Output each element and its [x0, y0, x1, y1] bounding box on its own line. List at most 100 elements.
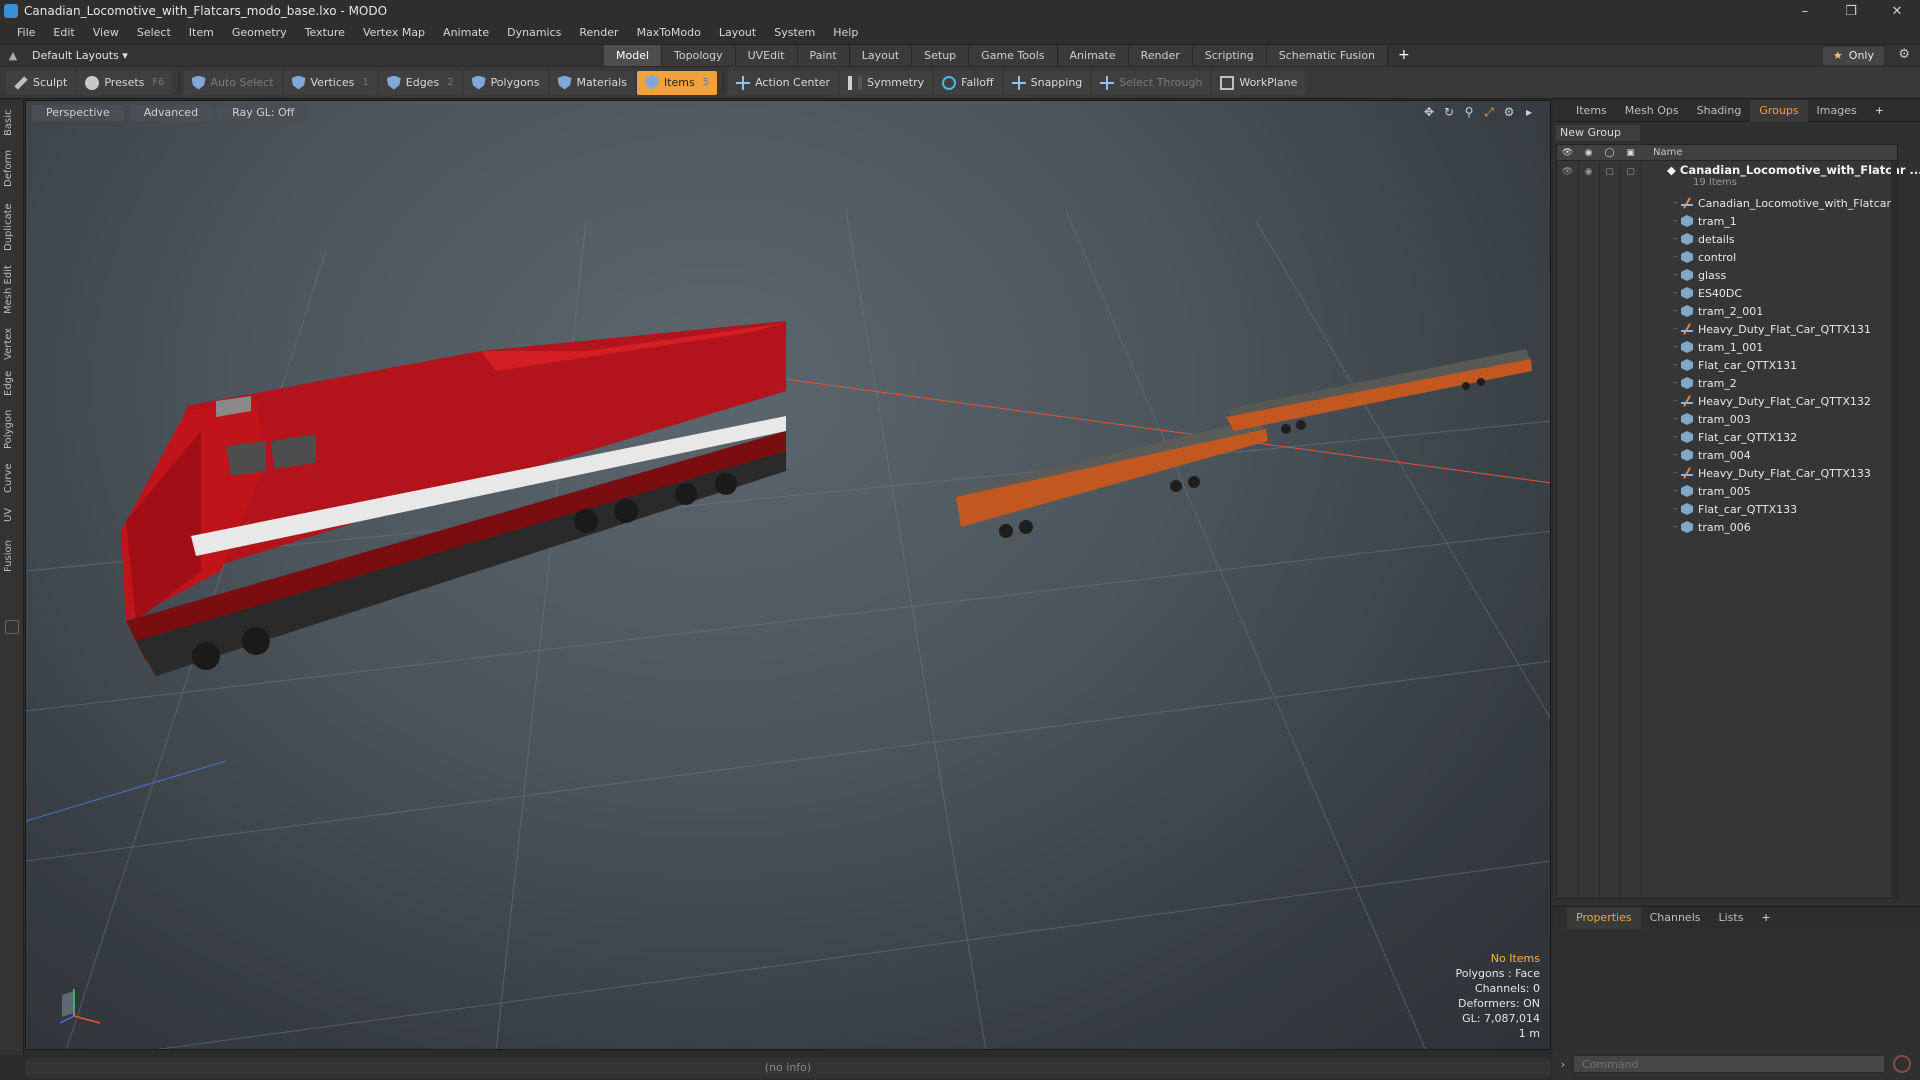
menu-view[interactable]: View: [84, 22, 128, 44]
minimize-button[interactable]: –: [1782, 0, 1828, 22]
layout-up-icon[interactable]: ▲: [0, 49, 26, 62]
tab-setup[interactable]: Setup: [912, 45, 970, 66]
left-tab-basic[interactable]: Basic: [3, 106, 21, 140]
tab-scripting[interactable]: Scripting: [1192, 45, 1267, 66]
list-item[interactable]: – details: [1673, 230, 1897, 248]
select-column-icon[interactable]: ▣: [1620, 148, 1641, 158]
list-item[interactable]: – Flat_car_QTTX131: [1673, 356, 1897, 374]
left-tab-vertex[interactable]: Vertex: [3, 324, 21, 364]
group-root[interactable]: ◆ Canadian_Locomotive_with_Flatcar ...: [1667, 163, 1920, 177]
tab-paint[interactable]: Paint: [797, 45, 850, 66]
symmetry-button[interactable]: Symmetry: [840, 70, 933, 95]
left-tab-curve[interactable]: Curve: [3, 458, 21, 498]
tab-game-tools[interactable]: Game Tools: [969, 45, 1058, 66]
tab-model[interactable]: Model: [604, 45, 663, 66]
action-center-button[interactable]: Action Center: [728, 70, 839, 95]
command-input[interactable]: [1573, 1055, 1885, 1073]
list-item[interactable]: – tram_005: [1673, 482, 1897, 500]
eye-icon[interactable]: 👁: [1557, 167, 1578, 177]
list-item[interactable]: – tram_1_001: [1673, 338, 1897, 356]
tab-images[interactable]: Images: [1808, 100, 1866, 122]
list-item[interactable]: – Flat_car_QTTX133: [1673, 500, 1897, 518]
tab-shading[interactable]: Shading: [1688, 100, 1751, 122]
layout-dropdown[interactable]: Default Layouts ▾: [26, 49, 134, 62]
shading-mode-button[interactable]: Advanced: [129, 105, 213, 121]
falloff-button[interactable]: Falloff: [934, 70, 1002, 95]
list-item[interactable]: – Canadian_Locomotive_with_Flatcars: [1673, 194, 1897, 212]
sculpt-button[interactable]: Sculpt: [6, 70, 76, 95]
tab-schematic-fusion[interactable]: Schematic Fusion: [1266, 45, 1389, 66]
command-record-icon[interactable]: [1893, 1055, 1911, 1073]
left-tab-polygon[interactable]: Polygon: [3, 404, 21, 454]
list-item[interactable]: – tram_003: [1673, 410, 1897, 428]
visibility-column-icon[interactable]: 👁: [1557, 148, 1578, 158]
view-mode-button[interactable]: Perspective: [32, 105, 124, 121]
left-tab-edge[interactable]: Edge: [3, 366, 21, 400]
viewport-gear-icon[interactable]: ⚙: [1502, 105, 1516, 119]
list-item[interactable]: – control: [1673, 248, 1897, 266]
add-tab-button[interactable]: +: [1388, 45, 1420, 66]
list-item[interactable]: – glass: [1673, 266, 1897, 284]
expand-arrow-icon[interactable]: ▸: [1522, 105, 1536, 119]
menu-texture[interactable]: Texture: [296, 22, 354, 44]
tab-animate[interactable]: Animate: [1057, 45, 1129, 66]
maximize-icon[interactable]: ⤢: [1482, 105, 1496, 119]
vertices-button[interactable]: Vertices 1: [283, 70, 377, 95]
close-button[interactable]: ✕: [1874, 0, 1920, 22]
items-button[interactable]: Items 5: [636, 70, 718, 95]
tab-items[interactable]: Items: [1567, 100, 1616, 122]
menu-select[interactable]: Select: [128, 22, 180, 44]
add-panel-tab-button[interactable]: +: [1866, 100, 1893, 122]
menu-animate[interactable]: Animate: [434, 22, 498, 44]
tree-scrollbar[interactable]: [1891, 161, 1897, 898]
list-item[interactable]: – tram_2_001: [1673, 302, 1897, 320]
only-toggle-button[interactable]: ★ Only: [1822, 47, 1884, 65]
menu-maxtomodo[interactable]: MaxToModo: [628, 22, 710, 44]
lock-column-icon[interactable]: ◯: [1599, 148, 1620, 158]
tab-lists[interactable]: Lists: [1710, 907, 1753, 929]
render-toggle-icon[interactable]: ◉: [1578, 167, 1599, 177]
list-item[interactable]: – tram_2: [1673, 374, 1897, 392]
menu-item[interactable]: Item: [180, 22, 223, 44]
menu-help[interactable]: Help: [824, 22, 867, 44]
render-column-icon[interactable]: ◉: [1578, 148, 1599, 158]
toolbox-toggle[interactable]: [5, 620, 19, 634]
menu-dynamics[interactable]: Dynamics: [498, 22, 570, 44]
restore-button[interactable]: ❐: [1828, 0, 1874, 22]
tab-layout[interactable]: Layout: [849, 45, 913, 66]
list-item[interactable]: – ES40DC: [1673, 284, 1897, 302]
list-item[interactable]: – Heavy_Duty_Flat_Car_QTTX131: [1673, 320, 1897, 338]
add-properties-tab-button[interactable]: +: [1752, 907, 1779, 929]
raygl-button[interactable]: Ray GL: Off: [218, 105, 309, 121]
snapping-button[interactable]: Snapping: [1003, 70, 1091, 95]
left-tab-deform[interactable]: Deform: [3, 146, 21, 190]
command-history-arrow-icon[interactable]: ›: [1553, 1058, 1573, 1071]
zoom-icon[interactable]: ⚲: [1462, 105, 1476, 119]
3d-viewport[interactable]: Perspective Advanced Ray GL: Off ✥ ↻ ⚲ ⤢…: [25, 100, 1551, 1050]
menu-system[interactable]: System: [765, 22, 824, 44]
tab-topology[interactable]: Topology: [662, 45, 736, 66]
gear-icon[interactable]: ⚙: [1898, 47, 1910, 62]
workplane-button[interactable]: WorkPlane: [1212, 70, 1306, 95]
list-item[interactable]: – Heavy_Duty_Flat_Car_QTTX133: [1673, 464, 1897, 482]
new-group-button[interactable]: New Group: [1556, 125, 1640, 141]
menu-geometry[interactable]: Geometry: [223, 22, 296, 44]
left-tab-fusion[interactable]: Fusion: [3, 534, 21, 578]
left-tab-duplicate[interactable]: Duplicate: [3, 198, 21, 256]
edges-button[interactable]: Edges 2: [378, 70, 462, 95]
tab-channels[interactable]: Channels: [1641, 907, 1710, 929]
menu-layout[interactable]: Layout: [710, 22, 765, 44]
menu-file[interactable]: File: [8, 22, 44, 44]
left-tab-mesh-edit[interactable]: Mesh Edit: [3, 260, 21, 320]
pan-icon[interactable]: ✥: [1422, 105, 1436, 119]
list-item[interactable]: – tram_1: [1673, 212, 1897, 230]
tab-groups[interactable]: Groups: [1750, 99, 1808, 122]
lock-toggle-icon[interactable]: ▢: [1599, 167, 1620, 177]
list-item[interactable]: – tram_006: [1673, 518, 1897, 536]
select-through-button[interactable]: Select Through: [1092, 70, 1211, 95]
list-item[interactable]: – tram_004: [1673, 446, 1897, 464]
auto-select-button[interactable]: Auto Select: [183, 70, 282, 95]
rotate-icon[interactable]: ↻: [1442, 105, 1456, 119]
tab-properties[interactable]: Properties: [1567, 906, 1641, 929]
tab-render[interactable]: Render: [1128, 45, 1193, 66]
